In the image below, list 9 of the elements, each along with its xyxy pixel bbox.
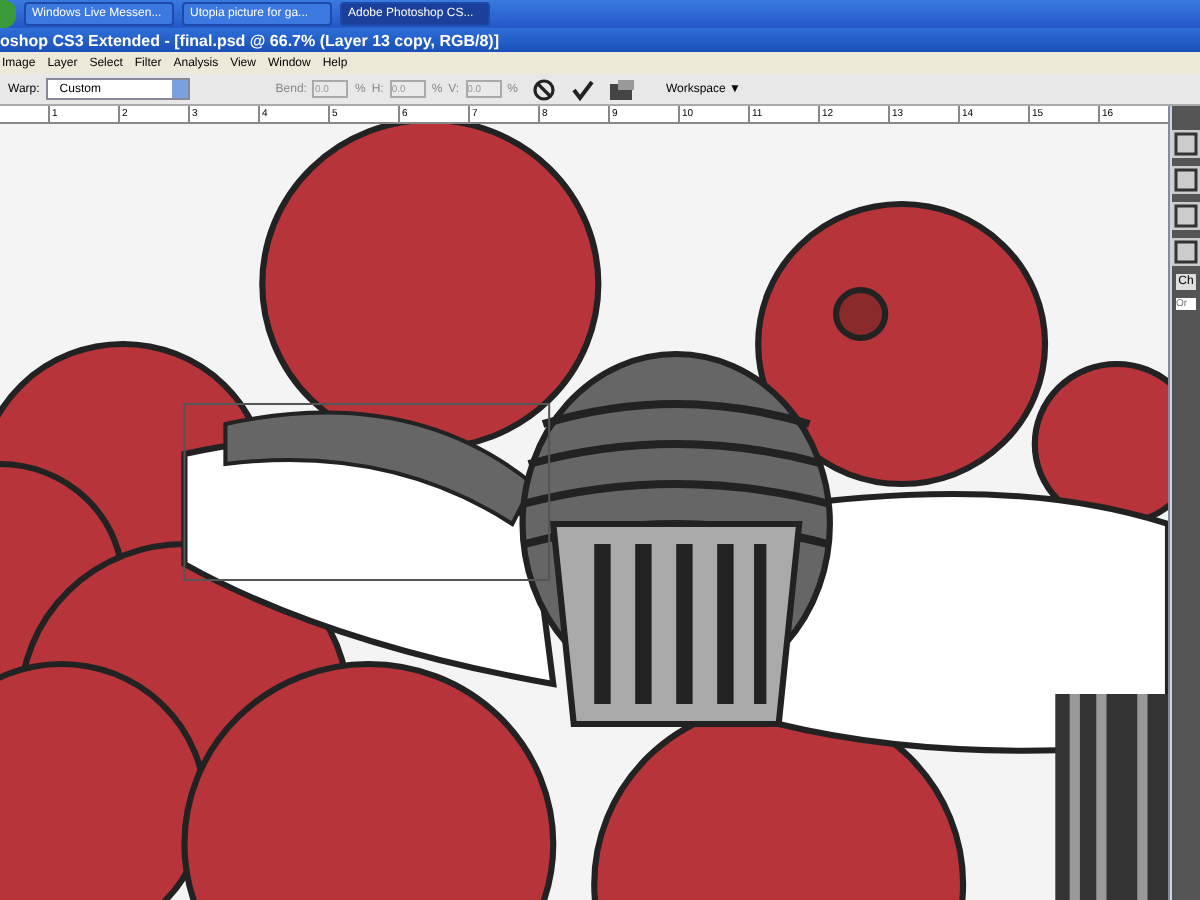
tool-icon[interactable]: [1172, 238, 1200, 266]
tool-icon[interactable]: [1172, 166, 1200, 194]
tool-icon[interactable]: [1172, 130, 1200, 158]
tool-icon[interactable]: [1172, 202, 1200, 230]
cancel-icon[interactable]: [531, 77, 556, 101]
checkmark-icon[interactable]: [569, 77, 594, 101]
start-button[interactable]: [0, 0, 16, 28]
palette-icon[interactable]: [607, 77, 636, 101]
window-title: oshop CS3 Extended - [final.psd @ 66.7% (Layer 13 copy, RGB/8)]: [0, 31, 499, 49]
